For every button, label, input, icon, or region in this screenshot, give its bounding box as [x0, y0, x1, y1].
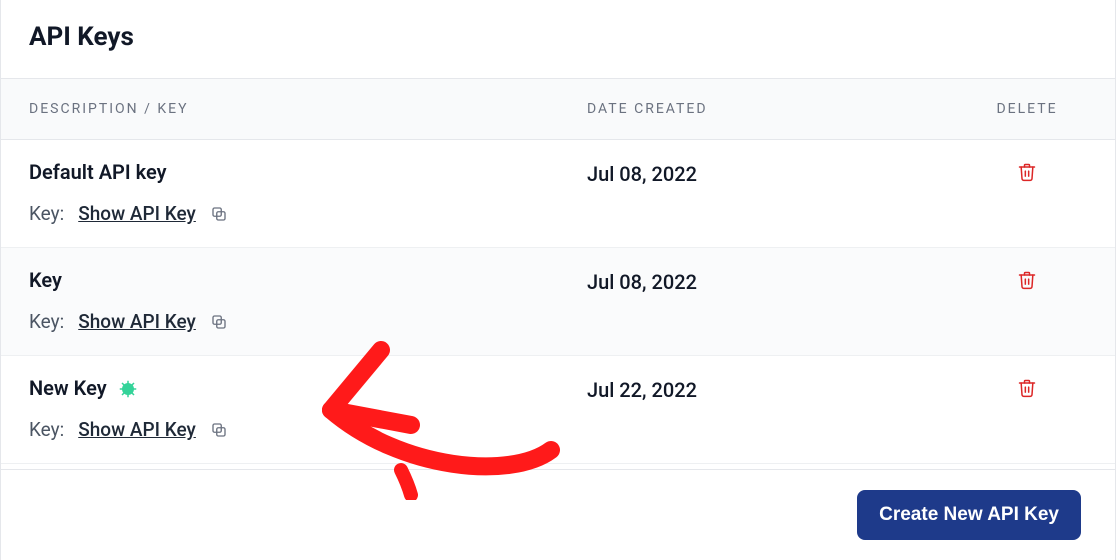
table-header: DESCRIPTION / KEY DATE CREATED DELETE — [1, 79, 1115, 140]
new-badge-icon — [119, 379, 137, 397]
col-header-description: DESCRIPTION / KEY — [29, 101, 587, 117]
delete-button[interactable] — [1017, 162, 1037, 182]
delete-button[interactable] — [1017, 378, 1037, 398]
copy-icon[interactable] — [210, 313, 228, 331]
show-api-key-link[interactable]: Show API Key — [78, 202, 196, 225]
create-new-api-key-button[interactable]: Create New API Key — [857, 490, 1081, 540]
copy-icon[interactable] — [210, 205, 228, 223]
panel-header: API Keys — [1, 0, 1115, 79]
date-created: Jul 08, 2022 — [587, 160, 967, 186]
show-api-key-link[interactable]: Show API Key — [78, 310, 196, 333]
key-label: Key: — [29, 418, 64, 441]
key-label: Key: — [29, 310, 64, 333]
key-title-text: New Key — [29, 376, 107, 400]
key-title: Default API key — [29, 160, 587, 184]
col-header-delete: DELETE — [967, 101, 1087, 117]
table-row: Default API key Key: Show API Key Jul 08… — [1, 140, 1115, 248]
table-row: New Key Key: Show API Key Jul 22, 2022 — [1, 356, 1115, 464]
key-label: Key: — [29, 202, 64, 225]
col-header-date: DATE CREATED — [587, 101, 967, 117]
table-row: Key Key: Show API Key Jul 08, 2022 — [1, 248, 1115, 356]
delete-button[interactable] — [1017, 270, 1037, 290]
key-title-text: Default API key — [29, 160, 167, 184]
copy-icon[interactable] — [210, 421, 228, 439]
date-created: Jul 22, 2022 — [587, 376, 967, 402]
api-keys-panel: API Keys DESCRIPTION / KEY DATE CREATED … — [0, 0, 1116, 560]
show-api-key-link[interactable]: Show API Key — [78, 418, 196, 441]
key-title-text: Key — [29, 268, 62, 292]
key-title: New Key — [29, 376, 587, 400]
date-created: Jul 08, 2022 — [587, 268, 967, 294]
key-title: Key — [29, 268, 587, 292]
panel-footer: Create New API Key — [1, 469, 1115, 560]
page-title: API Keys — [29, 22, 1087, 52]
